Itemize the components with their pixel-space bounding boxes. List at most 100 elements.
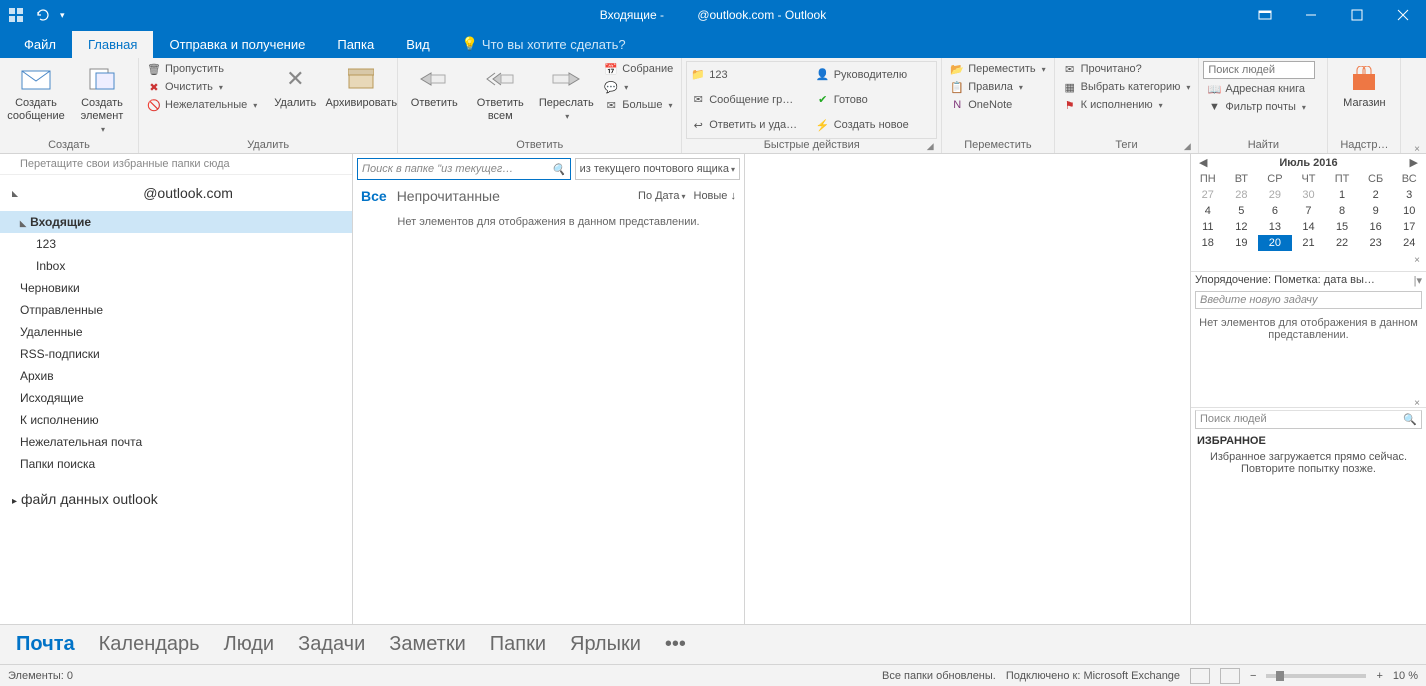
tasks-close-icon[interactable]: × [1410,255,1424,269]
reply-button[interactable]: Ответить [402,61,466,112]
ribbon-display-icon[interactable] [1242,0,1288,30]
calendar-day[interactable]: 9 [1359,203,1393,219]
folder-item[interactable]: К исполнению [0,409,352,431]
new-task-input[interactable]: Введите новую задачу [1195,291,1422,309]
calendar-day[interactable]: 3 [1392,187,1426,203]
calendar-day[interactable]: 28 [1225,187,1259,203]
search-input[interactable]: Поиск в папке "из текущег…🔍 [357,158,571,180]
minimize-button[interactable] [1288,0,1334,30]
sort-direction[interactable]: Новые ↓ [694,190,737,202]
onenote-button[interactable]: NOneNote [946,97,1049,113]
calendar-day[interactable]: 14 [1292,219,1326,235]
people-close-icon[interactable]: × [1410,398,1424,412]
data-file-header[interactable]: файл данных outlook [0,475,352,511]
calendar-day[interactable]: 10 [1392,203,1426,219]
folder-item[interactable]: Отправленные [0,299,352,321]
calendar-day[interactable]: 6 [1258,203,1292,219]
search-icon[interactable]: 🔍 [552,163,566,176]
delete-button[interactable]: ✕Удалить [263,61,327,112]
calendar-day[interactable]: 18 [1191,235,1225,251]
folder-item[interactable]: Папки поиска [0,453,352,475]
calendar-day[interactable]: 8 [1325,203,1359,219]
nav-tasks[interactable]: Задачи [298,633,365,656]
calendar-close-icon[interactable]: × [1410,144,1424,158]
account-header[interactable]: @outlook.com [0,175,352,211]
zoom-in-icon[interactable]: + [1376,670,1382,682]
tab-sendreceive[interactable]: Отправка и получение [153,31,321,58]
ignore-button[interactable]: 🗑Пропустить [143,61,261,77]
tab-view[interactable]: Вид [390,31,446,58]
folder-item[interactable]: Архив [0,365,352,387]
junk-button[interactable]: 🚫Нежелательные [143,97,261,113]
unread-button[interactable]: ✉Прочитано? [1059,61,1195,77]
rules-button[interactable]: 📋Правила [946,79,1049,95]
nav-notes[interactable]: Заметки [389,633,466,656]
calendar-day[interactable]: 1 [1325,187,1359,203]
cal-prev-icon[interactable]: ◀ [1195,156,1211,169]
calendar-day[interactable]: 27 [1191,187,1225,203]
filter-mail-button[interactable]: ▼Фильтр почты [1203,99,1323,115]
zoom-slider[interactable] [1266,674,1366,678]
followup-button[interactable]: ⚑К исполнению [1059,97,1195,113]
quick-dialog-launcher[interactable]: ◢ [925,141,935,151]
nav-people[interactable]: Люди [224,633,275,656]
folder-item[interactable]: Inbox [0,255,352,277]
calendar-day[interactable]: 15 [1325,219,1359,235]
people-search-input[interactable] [1203,61,1315,79]
qs-6[interactable]: ⚡Создать новое [812,113,937,138]
folder-item[interactable]: Удаленные [0,321,352,343]
tab-file[interactable]: Файл [8,31,72,58]
calendar-day[interactable]: 17 [1392,219,1426,235]
calendar-day[interactable]: 20 [1258,235,1292,251]
calendar-day[interactable]: 22 [1325,235,1359,251]
calendar-day[interactable]: 23 [1359,235,1393,251]
categorize-button[interactable]: ▦Выбрать категорию [1059,79,1195,95]
calendar-day[interactable]: 12 [1225,219,1259,235]
folder-item[interactable]: 123 [0,233,352,255]
calendar-day[interactable]: 30 [1292,187,1326,203]
calendar-day[interactable]: 24 [1392,235,1426,251]
store-button[interactable]: Магазин [1332,61,1396,112]
qs-4[interactable]: 👤Руководителю [812,62,937,87]
undo-icon[interactable] [34,7,50,23]
archive-button[interactable]: Архивировать [329,61,393,112]
calendar-day[interactable]: 7 [1292,203,1326,219]
nav-mail[interactable]: Почта [16,633,75,656]
calendar-grid[interactable]: ПНВТСРЧТПТСБВС27282930123456789101112131… [1191,171,1426,251]
calendar-day[interactable]: 2 [1359,187,1393,203]
calendar-day[interactable]: 13 [1258,219,1292,235]
qat-customize-icon[interactable]: ▾ [60,10,65,21]
qs-5[interactable]: ✔Готово [812,87,937,112]
zoom-out-icon[interactable]: − [1250,670,1256,682]
folder-item[interactable]: Нежелательная почта [0,431,352,453]
people-search-input-2[interactable]: Поиск людей🔍 [1195,410,1422,429]
search-scope[interactable]: из текущего почтового ящика [575,158,740,180]
nav-more-icon[interactable]: ••• [665,633,686,656]
meeting-button[interactable]: 📅Собрание [600,61,677,77]
calendar-day[interactable]: 4 [1191,203,1225,219]
view-normal-icon[interactable] [1190,668,1210,684]
filter-all[interactable]: Все [361,188,387,204]
folder-item[interactable]: Черновики [0,277,352,299]
address-book-button[interactable]: 📖Адресная книга [1203,81,1323,97]
maximize-button[interactable] [1334,0,1380,30]
new-mail-button[interactable]: Создать сообщение [4,61,68,125]
nav-calendar[interactable]: Календарь [99,633,200,656]
im-button[interactable]: 💬 [600,79,677,95]
calendar-day[interactable]: 19 [1225,235,1259,251]
calendar-day[interactable]: 21 [1292,235,1326,251]
forward-button[interactable]: Переслать [534,61,598,124]
clean-button[interactable]: ✖Очистить [143,79,261,95]
view-reading-icon[interactable] [1220,668,1240,684]
sort-by[interactable]: По Дата [638,190,685,202]
filter-unread[interactable]: Непрочитанные [397,188,500,204]
nav-folders[interactable]: Папки [490,633,546,656]
nav-shortcuts[interactable]: Ярлыки [570,633,641,656]
new-item-button[interactable]: Создать элемент [70,61,134,137]
move-button[interactable]: 📂Переместить [946,61,1049,77]
task-sort[interactable]: Упорядочение: Пометка: дата вы…|▾ [1191,271,1426,289]
more-respond-button[interactable]: ✉Больше [600,97,677,113]
qs-3[interactable]: ↩Ответить и уда… [687,113,812,138]
tags-dialog-launcher[interactable]: ◢ [1182,141,1192,151]
folder-item[interactable]: Исходящие [0,387,352,409]
